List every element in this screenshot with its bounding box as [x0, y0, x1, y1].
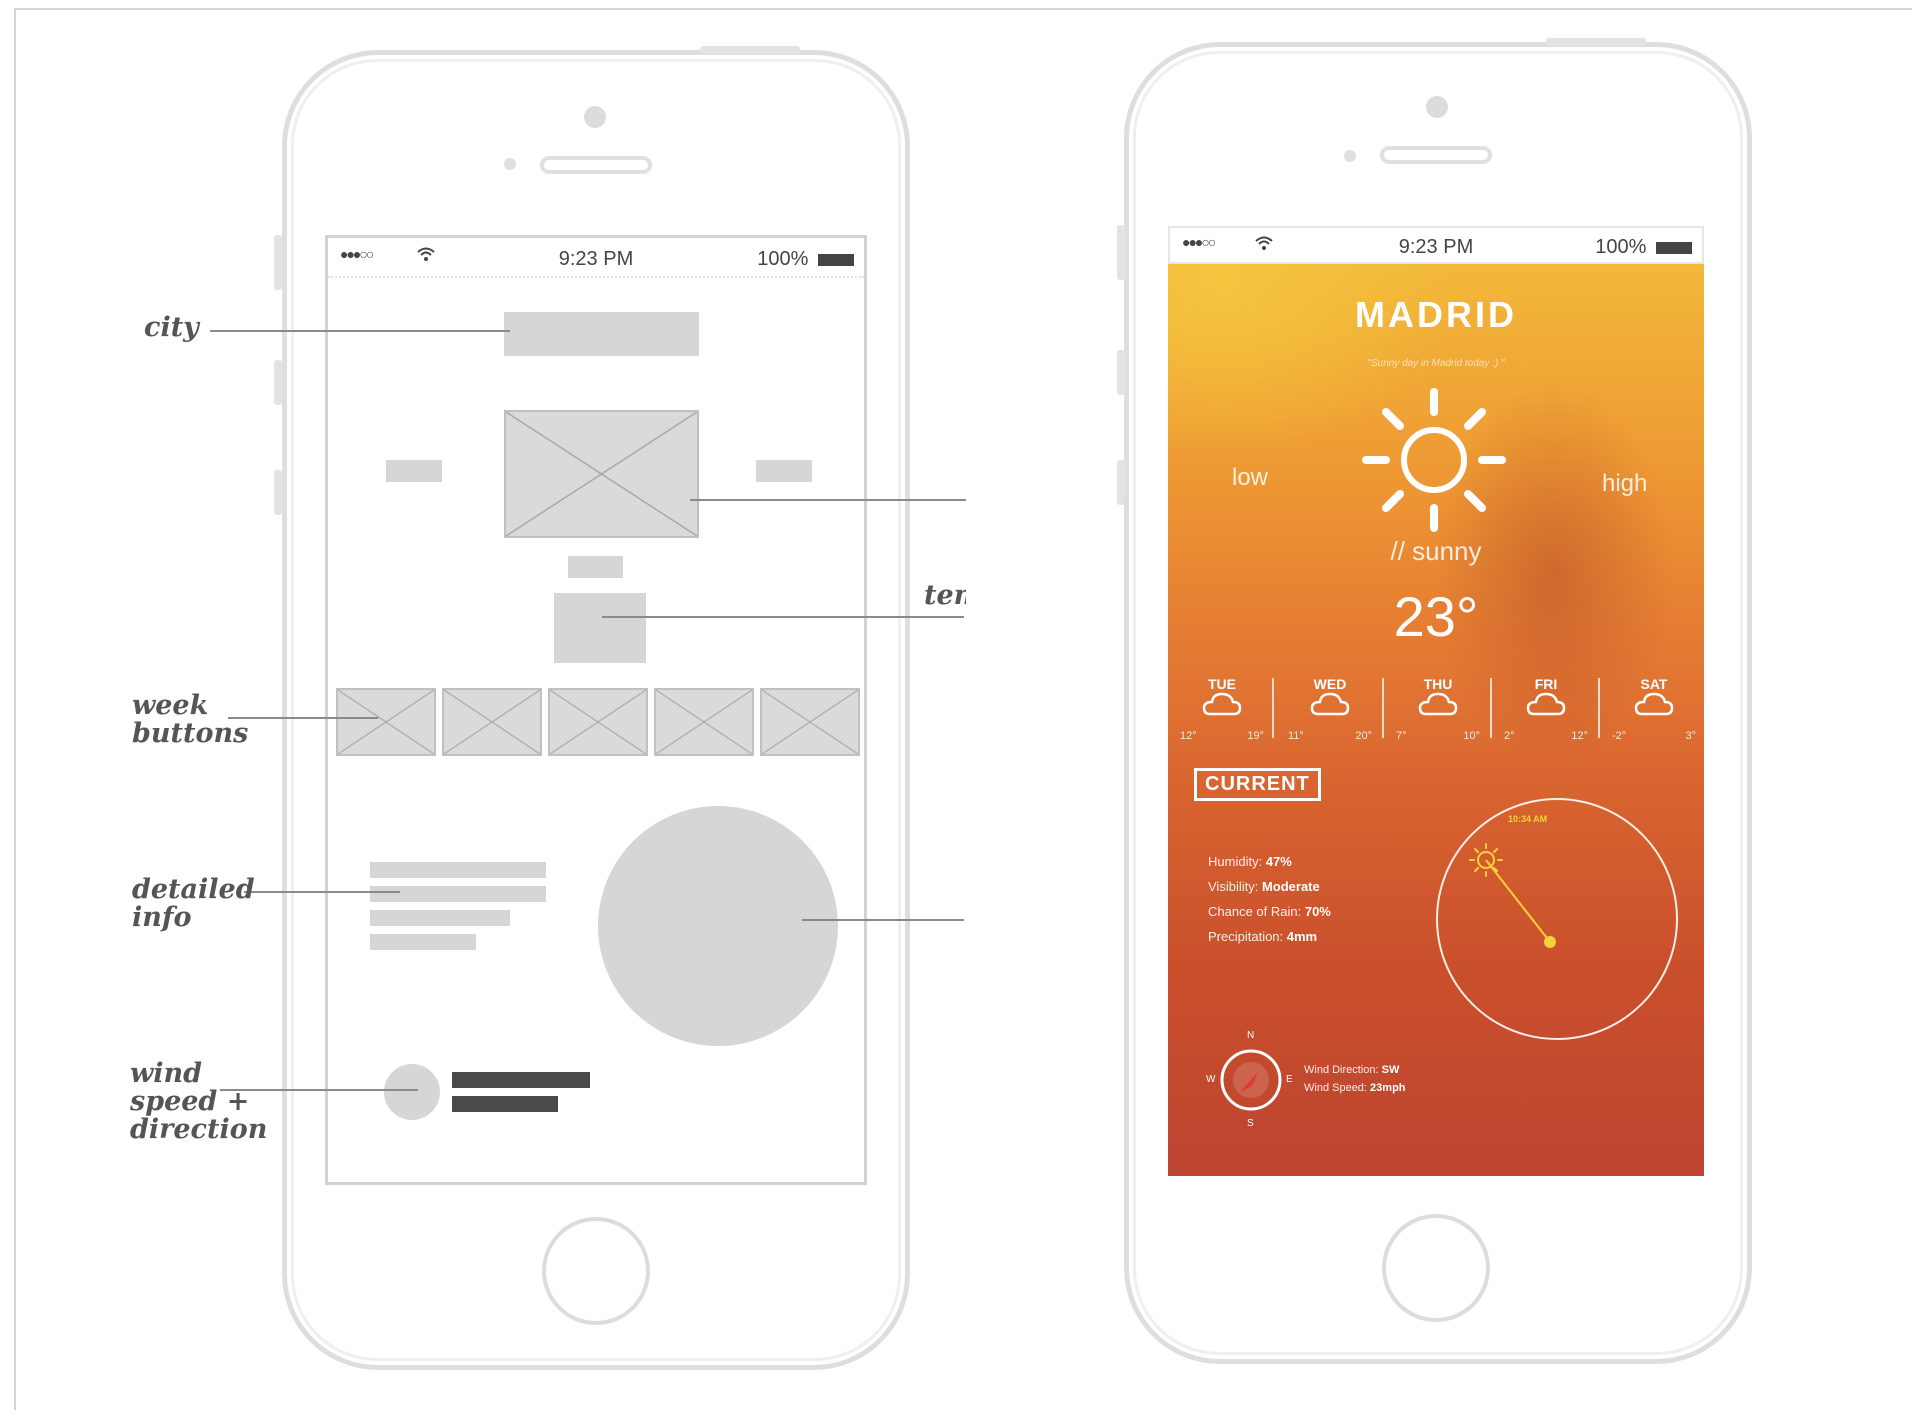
high-temp-placeholder [756, 460, 812, 482]
temperature-placeholder [554, 593, 646, 663]
wind-text-placeholder [452, 1072, 590, 1088]
forecast-row: TUE 12° 19° WED 11° 20° THU 7° 10° FRI 2° 12… [1168, 676, 1704, 756]
wireframe-screen: ●●●○○ 9:23 PM 100% [325, 235, 867, 1185]
forecast-day-fri[interactable]: FRI 2° 12° [1498, 676, 1594, 742]
phone-volume-up [1117, 350, 1125, 395]
annotation-wind: wind speed + direction [130, 1058, 268, 1145]
wind-compass: N E S W [1206, 1030, 1293, 1129]
battery-indicator: 100% [1595, 236, 1692, 259]
home-button[interactable] [1382, 1214, 1490, 1322]
wind-compass-placeholder [384, 1064, 440, 1120]
day-button-placeholder[interactable] [548, 688, 648, 756]
cloud-icon [1498, 692, 1594, 720]
cloud-icon [1606, 692, 1702, 720]
battery-icon [818, 253, 854, 266]
earpiece-speaker [540, 156, 652, 174]
dial-leader-line [802, 919, 964, 921]
annotation-temp: tem [924, 582, 966, 610]
cloud-icon [1282, 692, 1378, 720]
precipitation-detail: Precipitation: 4mm [1208, 929, 1318, 944]
forecast-day-tue[interactable]: TUE 12° 19° [1174, 676, 1270, 742]
phone-volume-up [274, 360, 282, 405]
front-camera [1426, 96, 1448, 118]
design-status-bar: ●●●○○ 9:23 PM 100% [1168, 226, 1704, 264]
icon-leader-line [690, 499, 966, 501]
wind-direction: Wind Direction: SW [1304, 1064, 1400, 1076]
forecast-separator [1598, 678, 1600, 738]
day-button-placeholder[interactable] [760, 688, 860, 756]
sun-icon [1358, 384, 1510, 536]
phone-volume-down [1117, 460, 1125, 505]
forecast-day-thu[interactable]: THU 7° 10° [1390, 676, 1486, 742]
phone-top-button [1546, 38, 1646, 46]
forecast-separator [1272, 678, 1274, 738]
annotation-city: city [144, 312, 199, 343]
city-leader-line [210, 330, 510, 332]
detail-line-placeholder [370, 862, 546, 878]
proximity-sensor [1344, 150, 1356, 162]
home-button[interactable] [542, 1217, 650, 1325]
detail-line-placeholder [370, 910, 510, 926]
phone-volume-down [274, 470, 282, 515]
phone-mute-switch [274, 235, 282, 290]
low-temp-placeholder [386, 460, 442, 482]
day-button-placeholder[interactable] [442, 688, 542, 756]
weather-icon-placeholder [504, 410, 699, 538]
rain-chance-detail: Chance of Rain: 70% [1208, 904, 1331, 919]
forecast-separator [1490, 678, 1492, 738]
detail-line-placeholder [370, 886, 546, 902]
high-label: high [1602, 470, 1648, 497]
forecast-separator [1382, 678, 1384, 738]
visibility-detail: Visibility: Moderate [1208, 879, 1320, 894]
battery-indicator: 100% [757, 248, 854, 271]
wind-text-placeholder [452, 1096, 558, 1112]
phone-top-button [700, 46, 800, 54]
front-camera [584, 106, 606, 128]
current-temperature: 23° [1393, 585, 1479, 648]
detail-leader-line [244, 891, 400, 893]
battery-percent: 100% [757, 248, 809, 270]
proximity-sensor [504, 158, 516, 170]
condition-label: // sunny [1390, 536, 1482, 566]
battery-icon [1656, 241, 1692, 254]
wind-speed: Wind Speed: 23mph [1304, 1082, 1406, 1094]
weather-tagline: "Sunny day in Madrid today :) " [1367, 358, 1505, 369]
day-button-placeholder[interactable] [336, 688, 436, 756]
battery-percent: 100% [1595, 236, 1647, 258]
annotation-week-buttons: week buttons [132, 690, 249, 749]
humidity-detail: Humidity: 47% [1208, 854, 1292, 869]
status-bar: ●●●○○ 9:23 PM 100% [328, 246, 864, 274]
weather-screen: MADRID "Sunny day in Madrid today :) " l… [1168, 264, 1704, 1176]
temp-leader-line [602, 616, 964, 618]
phone-mute-switch [1117, 225, 1125, 280]
cloud-icon [1390, 692, 1486, 720]
condition-placeholder [568, 556, 623, 578]
current-button[interactable]: CURRENT [1194, 768, 1321, 801]
city-placeholder [504, 312, 699, 356]
annotation-detailed-info: detailed info [132, 874, 255, 933]
city-name: MADRID [1355, 294, 1517, 335]
week-buttons-placeholder [336, 688, 860, 756]
earpiece-speaker [1380, 146, 1492, 164]
sun-position-dial [1432, 794, 1682, 1044]
forecast-day-sat[interactable]: SAT -2° 3° [1606, 676, 1702, 742]
cloud-icon [1174, 692, 1270, 720]
sun-time-label: 10:34 AM [1508, 814, 1548, 824]
detail-line-placeholder [370, 934, 476, 950]
sun-dial-placeholder [598, 806, 838, 1046]
forecast-day-wed[interactable]: WED 11° 20° [1282, 676, 1378, 742]
low-label: low [1232, 464, 1269, 491]
week-leader-line [228, 717, 378, 719]
day-button-placeholder[interactable] [654, 688, 754, 756]
